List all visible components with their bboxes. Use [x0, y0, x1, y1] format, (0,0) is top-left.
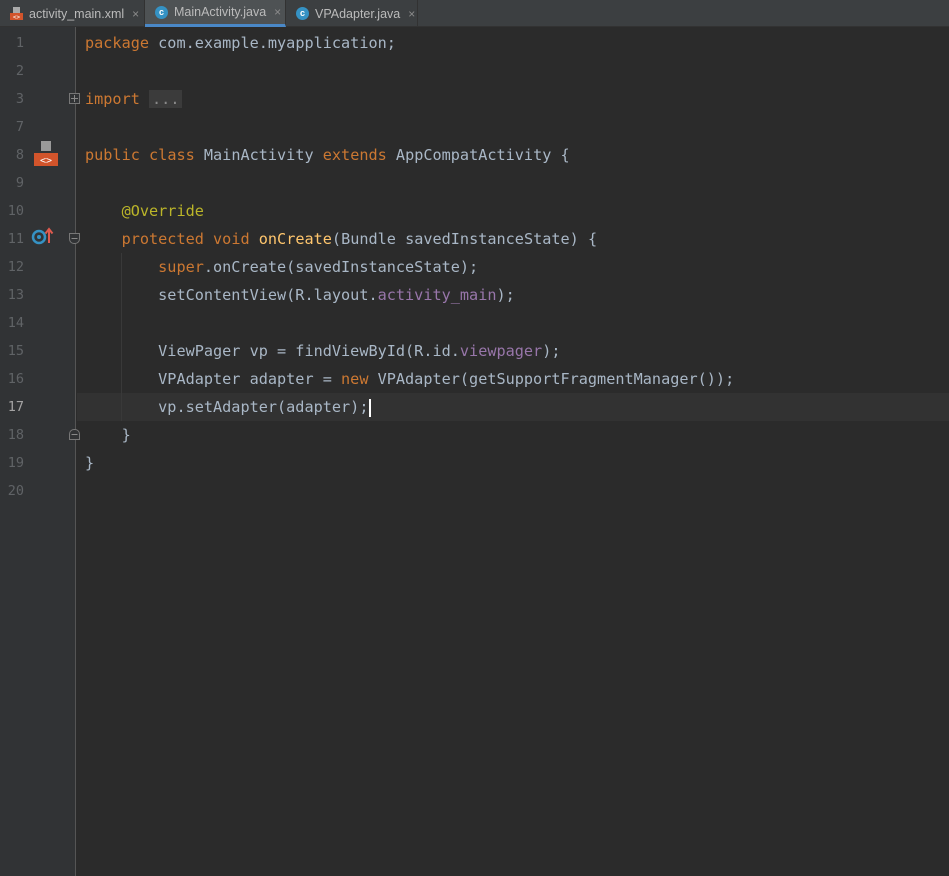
- line-number: 13: [7, 287, 24, 303]
- line-number: 11: [7, 231, 24, 247]
- indent-guide: [121, 281, 122, 309]
- keyword: import: [85, 90, 140, 108]
- code-line-20[interactable]: [77, 477, 949, 505]
- annotation: @Override: [121, 202, 204, 220]
- svg-text:<>: <>: [13, 14, 21, 20]
- keyword: protected: [121, 230, 204, 248]
- code-line-13[interactable]: setContentView(R.layout.activity_main);: [77, 281, 949, 309]
- editor-tab-bar: <> activity_main.xml × c MainActivity.ja…: [0, 0, 949, 27]
- svg-text:<>: <>: [40, 156, 52, 167]
- layout-file-icon[interactable]: <>: [32, 139, 60, 167]
- line-number: 7: [15, 119, 24, 135]
- line-number-current: 17: [7, 399, 24, 415]
- code-text: .onCreate(savedInstanceState);: [203, 258, 479, 276]
- code-text: );: [542, 342, 561, 360]
- code-line-14[interactable]: [77, 309, 949, 337]
- field-reference: activity_main: [377, 286, 497, 304]
- code-line-12[interactable]: super.onCreate(savedInstanceState);: [77, 253, 949, 281]
- code-text: setContentView(R.layout.: [158, 286, 378, 304]
- code-line-3[interactable]: import ...: [77, 85, 949, 113]
- keyword: public: [85, 146, 140, 164]
- indent-guide: [121, 337, 122, 365]
- code-text: vp.setAdapter(adapter);: [158, 398, 369, 416]
- line-number: 3: [15, 91, 24, 107]
- close-icon[interactable]: ×: [274, 5, 281, 19]
- tab-activity-main-xml[interactable]: <> activity_main.xml ×: [0, 0, 145, 27]
- keyword: super: [158, 258, 204, 276]
- line-number: 8: [15, 147, 24, 163]
- line-number: 12: [7, 259, 24, 275]
- indent-guide: [121, 365, 122, 393]
- tab-label: MainActivity.java: [174, 5, 267, 19]
- text-caret: [369, 398, 372, 417]
- indent-guide: [121, 309, 122, 337]
- tab-label: VPAdapter.java: [315, 6, 401, 21]
- code-text: }: [85, 454, 95, 472]
- code-line-16[interactable]: VPAdapter adapter = new VPAdapter(getSup…: [77, 365, 949, 393]
- line-number: 10: [7, 203, 24, 219]
- indent-guide: [121, 253, 122, 281]
- code-text: }: [121, 426, 131, 444]
- code-line-9[interactable]: [77, 169, 949, 197]
- code-text: AppCompatActivity {: [386, 146, 570, 164]
- line-number: 2: [15, 63, 24, 79]
- code-text: VPAdapter(getSupportFragmentManager());: [368, 370, 735, 388]
- java-class-icon: c: [296, 7, 309, 20]
- code-text: ViewPager vp = findViewById(R.id.: [158, 342, 460, 360]
- code-text: );: [496, 286, 515, 304]
- code-line-7[interactable]: [77, 113, 949, 141]
- code-text: com.example.myapplication;: [149, 34, 396, 52]
- code-line-11[interactable]: protected void onCreate(Bundle savedInst…: [77, 225, 949, 253]
- code-line-2[interactable]: [77, 57, 949, 85]
- line-number-gutter[interactable]: 1 2 3 7 8 9 10 11 12 13 14 15 16 17 18 1…: [0, 27, 80, 876]
- line-number: 18: [7, 427, 24, 443]
- code-line-10[interactable]: @Override: [77, 197, 949, 225]
- keyword: void: [213, 230, 250, 248]
- java-class-icon: c: [155, 5, 168, 19]
- line-number: 9: [15, 175, 24, 191]
- line-number: 19: [7, 455, 24, 471]
- code-text: VPAdapter adapter =: [158, 370, 342, 388]
- line-number: 16: [7, 371, 24, 387]
- folded-imports[interactable]: ...: [149, 90, 183, 108]
- indent-guide: [121, 393, 122, 421]
- tab-main-activity-java[interactable]: c MainActivity.java ×: [145, 0, 286, 27]
- line-number: 1: [15, 35, 24, 51]
- field-reference: viewpager: [459, 342, 543, 360]
- keyword: package: [85, 34, 150, 52]
- code-editor[interactable]: package com.example.myapplication; impor…: [77, 27, 949, 876]
- override-method-icon[interactable]: [31, 225, 55, 247]
- keyword: class: [149, 146, 195, 164]
- tab-vpadapter-java[interactable]: c VPAdapter.java ×: [286, 0, 418, 27]
- xml-file-icon: <>: [10, 7, 23, 21]
- code-text: (Bundle savedInstanceState) {: [331, 230, 598, 248]
- code-line-17-current[interactable]: vp.setAdapter(adapter);: [77, 393, 949, 421]
- code-line-19[interactable]: }: [77, 449, 949, 477]
- code-line-8[interactable]: public class MainActivity extends AppCom…: [77, 141, 949, 169]
- close-icon[interactable]: ×: [408, 7, 415, 21]
- code-line-1[interactable]: package com.example.myapplication;: [77, 29, 949, 57]
- method-name: onCreate: [258, 230, 332, 248]
- line-number: 15: [7, 343, 24, 359]
- code-line-15[interactable]: ViewPager vp = findViewById(R.id.viewpag…: [77, 337, 949, 365]
- close-icon[interactable]: ×: [132, 7, 139, 21]
- line-number: 20: [7, 483, 24, 499]
- line-number: 14: [7, 315, 24, 331]
- keyword: extends: [322, 146, 387, 164]
- class-name: MainActivity: [194, 146, 323, 164]
- keyword: new: [341, 370, 369, 388]
- code-line-18[interactable]: }: [77, 421, 949, 449]
- tab-label: activity_main.xml: [29, 6, 125, 21]
